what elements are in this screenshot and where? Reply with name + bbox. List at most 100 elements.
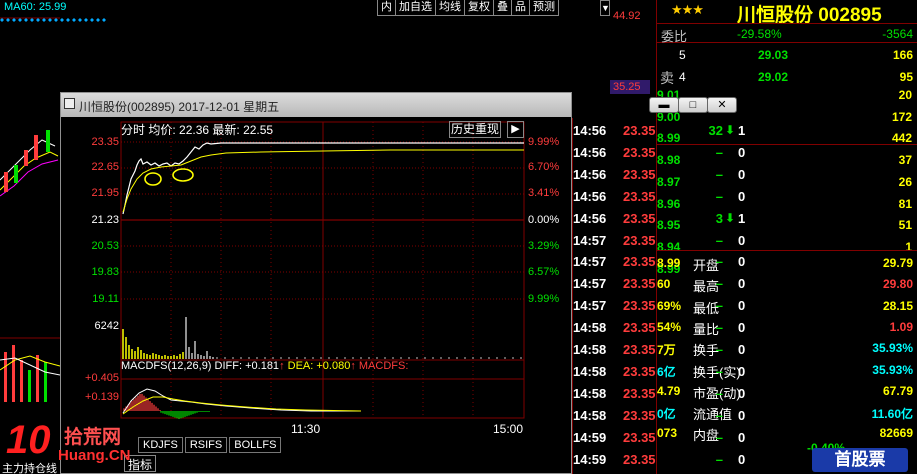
order-volume: 20 xyxy=(898,88,912,102)
candle-marker xyxy=(66,18,70,22)
down-arrow-icon: ⬇ xyxy=(725,210,736,225)
candle-marker xyxy=(60,18,64,22)
tick-count: 0 xyxy=(738,276,746,292)
tick-row: 14:56 23.35 –0 xyxy=(573,142,753,164)
tick-volume: – xyxy=(715,298,723,314)
macd-dea: DEA: +0.080 xyxy=(287,360,351,372)
candle-marker xyxy=(54,18,58,22)
candle-markers xyxy=(0,18,106,22)
candle-marker xyxy=(6,18,10,22)
indicator-tab[interactable]: RSIFS xyxy=(184,437,228,453)
tick-time: 14:57 xyxy=(573,276,607,292)
history-replay-button[interactable]: 历史重现 xyxy=(449,121,501,138)
macd-header: MACDFS(12,26,9) DIFF: +0.181↑ DEA: +0.08… xyxy=(121,360,408,372)
pct-axis-label: 3.29% xyxy=(528,240,560,252)
macd-name: MACDFS: xyxy=(358,360,409,372)
tick-volume: – xyxy=(715,320,723,336)
candle-marker xyxy=(90,18,94,22)
window-title: 川恒股份(002895) 2017-12-01 星期五 xyxy=(79,100,280,114)
tick-count: 0 xyxy=(738,451,746,467)
pct-axis-label: 6.70% xyxy=(528,161,560,173)
tick-price: 23.35 xyxy=(623,385,656,401)
toolbar-button[interactable]: 预测 xyxy=(529,0,559,16)
watermark-logo-number: 10 xyxy=(6,418,51,462)
toolbar-button[interactable]: 加自选 xyxy=(395,0,436,16)
tick-volume: – xyxy=(715,166,723,182)
order-volume: 51 xyxy=(898,218,912,233)
tick-volume: – xyxy=(715,188,723,204)
toolbar-button[interactable]: 内 xyxy=(377,0,396,16)
tick-time: 14:58 xyxy=(573,363,607,379)
toolbar-button[interactable]: 均线 xyxy=(435,0,465,16)
tick-time: 14:59 xyxy=(573,451,607,467)
macd-diff: DIFF: +0.181 xyxy=(214,360,280,372)
tick-price: 23.35 xyxy=(623,166,656,182)
watermark-badge: 首股票 xyxy=(812,448,908,472)
toolbar-button[interactable]: 品 xyxy=(511,0,530,16)
tick-row: 14:58 23.35 –0 xyxy=(573,383,753,405)
tick-volume: – xyxy=(715,407,723,423)
macd-diff-line xyxy=(122,388,361,414)
indicator-tab[interactable]: KDJFS xyxy=(138,437,183,453)
tick-time: 14:56 xyxy=(573,166,607,182)
window-maximize-button[interactable]: □ xyxy=(678,97,708,113)
tick-count: 0 xyxy=(738,188,746,204)
stat-value: 82669 xyxy=(879,426,913,441)
pct-axis-label: 9.99% xyxy=(528,293,560,305)
tick-row: 14:56 23.35 –0 xyxy=(573,164,753,186)
tick-time: 14:58 xyxy=(573,320,607,336)
volume-axis-label: 6242 xyxy=(94,320,119,332)
macd-diff-up-icon: ↑ xyxy=(279,360,285,372)
indicator-tab[interactable]: BOLLFS xyxy=(229,437,282,453)
toolbar-button[interactable]: 叠 xyxy=(493,0,512,16)
tick-count: 0 xyxy=(738,363,746,379)
stat-value: 35.93% xyxy=(872,341,913,356)
window-close-button[interactable]: ✕ xyxy=(707,97,737,113)
window-titlebar[interactable]: 川恒股份(002895) 2017-12-01 星期五 ▬ □ ✕ xyxy=(61,93,737,117)
order-volume: 37 xyxy=(898,153,912,168)
tick-time: 14:58 xyxy=(573,342,607,357)
tick-count: 0 xyxy=(738,298,746,314)
price-axis-label: 22.65 xyxy=(91,161,119,173)
time-axis-mid: 11:30 xyxy=(291,422,321,436)
tick-volume: 3 xyxy=(715,210,723,226)
stat-value: 1.09 xyxy=(889,319,913,334)
tick-row: 14:58 23.35 –0 xyxy=(573,405,753,427)
chart-header: 分时 均价: 22.36 最新: 22.55 xyxy=(121,121,273,138)
macd-axis-top: +0.405 xyxy=(85,372,119,384)
order-level: 5 xyxy=(679,48,686,62)
avg-price-label: 均价: 22.36 xyxy=(148,123,210,137)
tick-count: 1 xyxy=(738,210,746,226)
time-axis-end: 15:00 xyxy=(493,422,524,436)
candle-marker xyxy=(102,18,106,22)
chart-toolbar: 内加自选 均线 复权叠品预测 xyxy=(377,0,559,16)
tick-time: 14:57 xyxy=(573,254,607,270)
tick-count: 0 xyxy=(738,254,746,270)
tick-volume: – xyxy=(715,276,723,292)
tick-volume: – xyxy=(715,385,723,401)
macd-dea-up-icon: ↑ xyxy=(350,360,356,372)
tick-price: 23.35 xyxy=(623,451,656,467)
price-axis-label: 20.53 xyxy=(91,240,119,252)
candle-marker xyxy=(30,18,34,22)
tick-count: 0 xyxy=(738,429,746,445)
tick-volume: – xyxy=(715,232,723,248)
candle-marker xyxy=(78,18,82,22)
tick-volume: – xyxy=(715,254,723,270)
tick-price: 23.35 xyxy=(623,123,656,138)
indicator-tabs: KDJFS RSIFS BOLLFS xyxy=(138,437,283,453)
tick-volume: – xyxy=(715,429,723,445)
candle-marker xyxy=(84,18,88,22)
pct-axis-label: 9.99% xyxy=(528,136,560,148)
order-volume: 166 xyxy=(892,48,913,62)
window-minimize-button[interactable]: ▬ xyxy=(649,97,679,113)
history-next-icon[interactable]: ▶ xyxy=(507,121,524,138)
price-axis-label: 21.23 xyxy=(91,214,119,226)
candle-marker xyxy=(0,18,4,22)
watermark-logo-url: Huang.CN xyxy=(58,447,131,464)
tick-volume: – xyxy=(715,144,723,160)
stat-value: 28.15 xyxy=(882,298,913,313)
toolbar-button[interactable]: 复权 xyxy=(464,0,494,16)
toolbar-dropdown-icon[interactable]: ▼ xyxy=(600,0,610,16)
tick-price: 23.35 xyxy=(623,232,656,248)
